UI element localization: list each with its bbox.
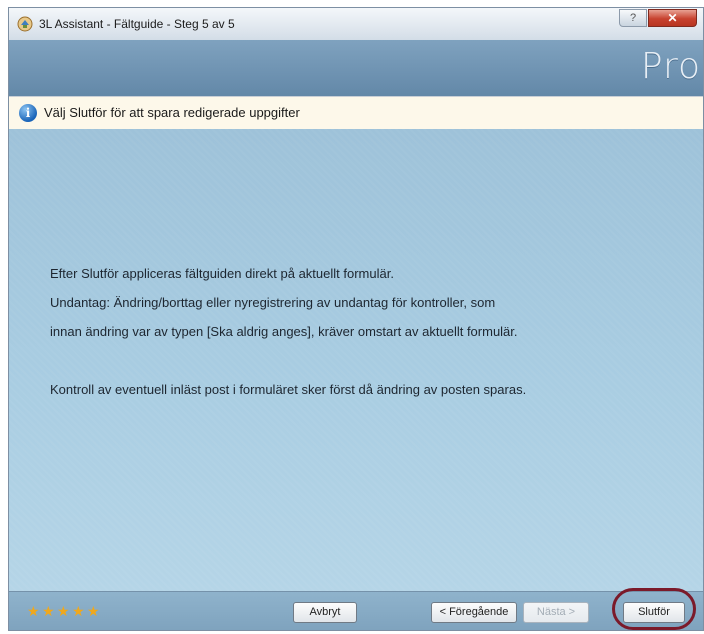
wizard-window: 3L Assistant - Fältguide - Steg 5 av 5 ?… [8,7,704,631]
pro-logo: Pro [640,46,701,87]
header-banner: Pro [9,40,703,96]
app-icon [17,16,33,32]
star-icon: ★ [87,603,100,619]
content-panel: Efter Slutför appliceras fältguiden dire… [9,129,703,592]
info-bar: i Välj Slutför för att spara redigerade … [9,96,703,130]
info-icon: i [19,104,37,122]
content-line: Undantag: Ändring/borttag eller nyregist… [50,295,496,310]
info-message: Välj Slutför för att spara redigerade up… [44,105,300,120]
next-button[interactable]: Nästa > [523,602,589,623]
star-icon: ★ [27,603,40,619]
window-title: 3L Assistant - Fältguide - Steg 5 av 5 [39,17,235,31]
previous-button[interactable]: < Föregående [431,602,517,623]
rating-stars: ★ ★ ★ ★ ★ [27,603,102,619]
star-icon: ★ [57,603,70,619]
content-line: Kontroll av eventuell inläst post i form… [50,382,527,397]
star-icon: ★ [72,603,85,619]
title-bar[interactable]: 3L Assistant - Fältguide - Steg 5 av 5 ?… [9,8,703,41]
close-button[interactable]: ✕ [648,9,697,27]
finish-highlight-ring [612,588,696,630]
footer-bar: ★ ★ ★ ★ ★ Avbryt < Föregående Nästa > Slutfö… [9,591,703,630]
content-line: innan ändring var av typen [Ska aldrig a… [50,324,518,339]
star-icon: ★ [42,603,55,619]
content-line: Efter Slutför appliceras fältguiden dire… [50,266,394,281]
help-button[interactable]: ? [619,9,647,27]
cancel-button[interactable]: Avbryt [293,602,357,623]
